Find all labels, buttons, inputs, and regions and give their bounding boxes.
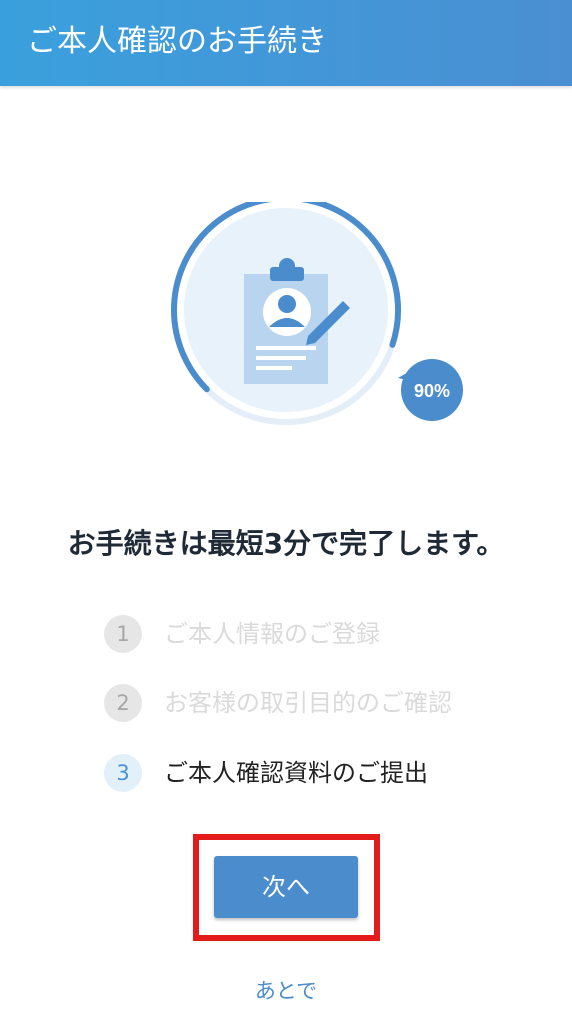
step-label: お客様の取引目的のご確認 xyxy=(164,689,452,717)
headline: お手続きは最短3分で完了します。 xyxy=(67,527,505,560)
later-link[interactable]: あとで xyxy=(0,974,572,1008)
step-number: 1 xyxy=(104,615,142,653)
step-number: 3 xyxy=(104,754,142,792)
progress-badge: 90% xyxy=(398,359,463,421)
page-title: ご本人確認のお手続き xyxy=(27,24,327,59)
step-item-3: 3 ご本人確認資料のご提出 xyxy=(104,754,524,792)
progress-badge-label: 90% xyxy=(414,381,450,401)
step-label: ご本人情報のご登録 xyxy=(164,620,380,648)
progress-illustration: 90% xyxy=(171,202,463,425)
app-bar: ご本人確認のお手続き xyxy=(0,0,572,86)
step-number: 2 xyxy=(104,684,142,722)
step-item-1: 1 ご本人情報のご登録 xyxy=(104,615,524,653)
step-label: ご本人確認資料のご提出 xyxy=(164,759,428,787)
next-button[interactable]: 次へ xyxy=(214,856,358,918)
step-item-2: 2 お客様の取引目的のご確認 xyxy=(104,684,524,722)
